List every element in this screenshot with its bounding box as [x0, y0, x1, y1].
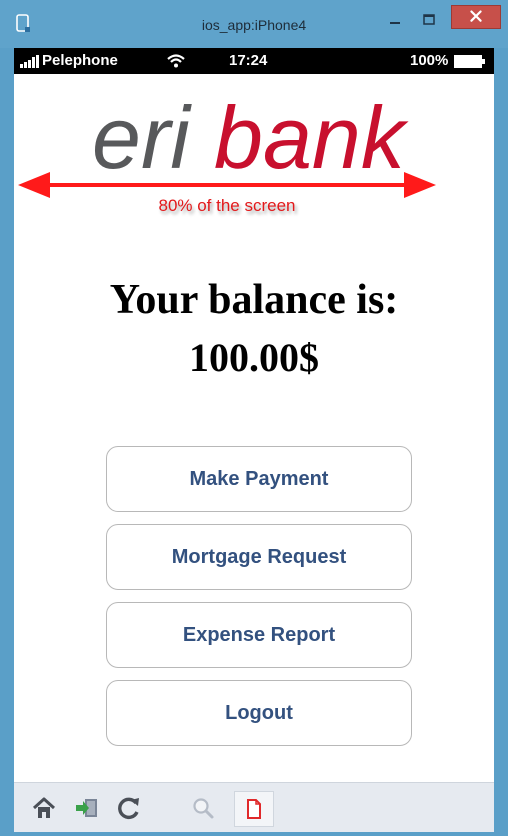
minimize-button[interactable]	[384, 10, 406, 32]
carrier-name: Pelephone	[42, 52, 118, 69]
signal-icon	[20, 55, 39, 68]
home-icon[interactable]	[31, 795, 57, 821]
balance-title: Your balance is:	[109, 277, 399, 323]
eribank-logo: eri bank	[92, 88, 409, 184]
balance-value: 100.00$	[189, 335, 319, 380]
refresh-icon[interactable]	[116, 795, 142, 821]
close-button[interactable]	[451, 5, 501, 29]
make-payment-button[interactable]: Make Payment	[106, 446, 412, 512]
close-icon	[470, 10, 482, 22]
mortgage-request-button[interactable]: Mortgage Request	[106, 524, 412, 590]
phone-screen: Pelephone 17:24 100% eri bank 80% of the…	[14, 48, 494, 832]
status-time: 17:24	[229, 52, 268, 69]
app-window: ios_app:iPhone4 Pelephone 17:24 100% eri…	[0, 0, 508, 836]
status-bar: Pelephone 17:24 100%	[14, 48, 494, 74]
width-arrow-icon	[18, 172, 436, 198]
install-icon[interactable]	[74, 795, 100, 821]
battery-percent: 100%	[410, 52, 449, 69]
width-caption: 80% of the screen	[158, 196, 296, 215]
wifi-icon	[167, 54, 185, 68]
logo-text-bank: bank	[214, 88, 409, 184]
document-icon	[247, 799, 261, 819]
bottom-toolbar	[14, 782, 494, 832]
search-icon[interactable]	[190, 795, 216, 821]
logout-button[interactable]: Logout	[106, 680, 412, 746]
logo-text-eri: eri	[92, 88, 192, 184]
document-button[interactable]	[234, 791, 274, 827]
maximize-button[interactable]	[418, 10, 440, 32]
battery-icon	[454, 55, 485, 68]
expense-report-button[interactable]: Expense Report	[106, 602, 412, 668]
title-bar: ios_app:iPhone4	[0, 0, 508, 48]
